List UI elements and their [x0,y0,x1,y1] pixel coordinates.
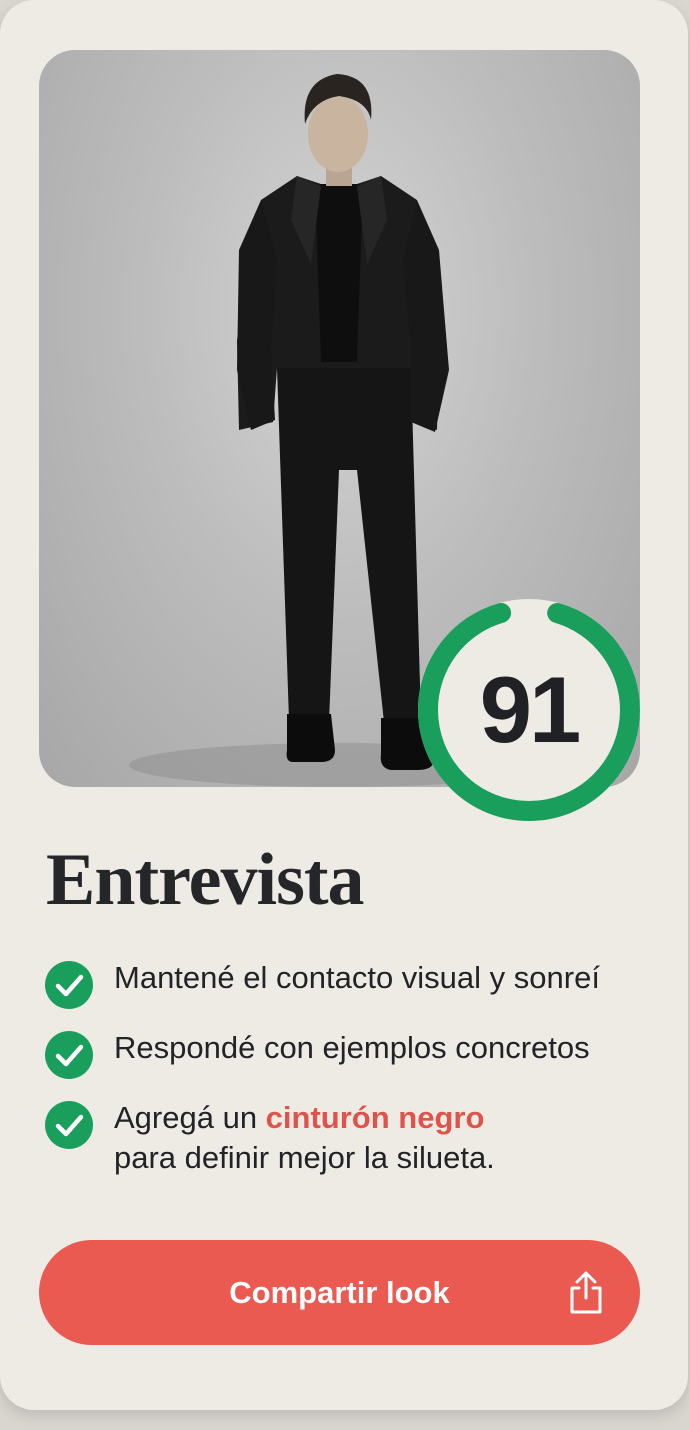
tip-item: Respondé con ejemplos concretos [44,1028,664,1079]
tip-text-start: Agregá un [114,1100,266,1135]
tips-list: Mantené el contacto visual y sonreí Resp… [44,958,664,1178]
share-icon[interactable] [566,1270,606,1316]
score-value: 91 [479,657,582,762]
check-circle-icon [45,1101,93,1149]
tip-item: Mantené el contacto visual y sonreí [44,958,664,1009]
share-look-button[interactable]: Compartir look [39,1240,640,1345]
check-circle-icon [45,1031,93,1079]
share-button-label: Compartir look [229,1275,450,1310]
tip-text: Mantené el contacto visual y sonreí [114,960,600,995]
tip-text: Respondé con ejemplos concretos [114,1030,590,1065]
check-circle-icon [45,961,93,1009]
highlight-product-link[interactable]: cinturón negro [266,1100,485,1135]
score-ring: 91 [417,598,641,822]
page-title: Entrevista [46,839,365,921]
tip-text-end: para definir mejor la silueta. [114,1140,495,1175]
look-result-card: 91 Entrevista Mantené el contacto visual… [0,0,688,1410]
tip-item: Agregá un cinturón negro para definir me… [44,1098,664,1178]
